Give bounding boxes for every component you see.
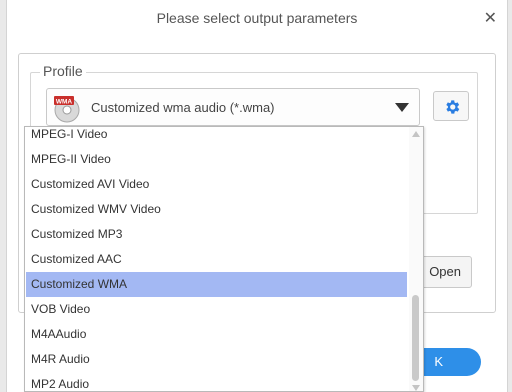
- dropdown-option[interactable]: Customized MP3: [26, 222, 407, 247]
- gear-icon: [446, 100, 460, 114]
- dropdown-option[interactable]: Customized WMV Video: [26, 197, 407, 222]
- dropdown-option[interactable]: M4AAudio: [26, 322, 407, 347]
- dropdown-arrow-icon[interactable]: [395, 103, 409, 112]
- scroll-up-icon[interactable]: [412, 131, 420, 137]
- profile-settings-button[interactable]: [433, 91, 469, 121]
- dropdown-option[interactable]: VOB Video: [26, 297, 407, 322]
- close-icon[interactable]: ✕: [484, 8, 497, 27]
- profile-legend: Profile: [40, 63, 86, 79]
- profile-dropdown-list[interactable]: MPEG-I Video MPEG-II Video Customized AVI …: [24, 126, 424, 392]
- scrollbar-thumb[interactable]: [412, 295, 419, 381]
- dropdown-option[interactable]: Customized WMA: [26, 272, 407, 297]
- profile-select-value: Customized wma audio (*.wma): [91, 100, 275, 115]
- dropdown-option[interactable]: MPEG-I Video: [26, 127, 407, 147]
- open-button[interactable]: Open: [417, 256, 472, 288]
- dropdown-option[interactable]: Customized AVI Video: [26, 172, 407, 197]
- dropdown-scrollbar[interactable]: [409, 127, 423, 391]
- dropdown-option[interactable]: MP2 Audio: [26, 372, 407, 391]
- wma-icon-label: WMA: [56, 99, 73, 106]
- dialog-title: Please select output parameters: [156, 10, 358, 26]
- dropdown-option[interactable]: MPEG-II Video: [26, 147, 407, 172]
- profile-select[interactable]: WMA Customized wma audio (*.wma): [46, 88, 420, 126]
- wma-file-icon: WMA: [54, 96, 80, 123]
- scroll-down-icon[interactable]: [412, 385, 420, 391]
- dropdown-option[interactable]: M4R Audio: [26, 347, 407, 372]
- dropdown-option[interactable]: Customized AAC: [26, 247, 407, 272]
